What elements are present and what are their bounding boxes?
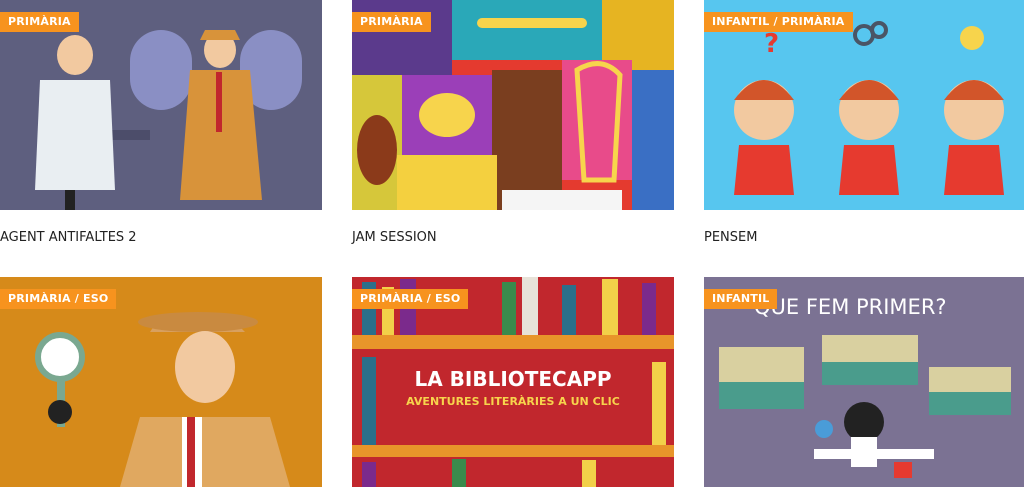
level-badge: INFANTIL / PRIMÀRIA <box>704 12 853 32</box>
level-badge: PRIMÀRIA <box>352 12 431 32</box>
svg-text:?: ? <box>764 29 779 59</box>
card-title[interactable]: PENSEM <box>704 230 757 245</box>
card-thumbnail[interactable]: PRIMÀRIA <box>0 0 322 210</box>
app-title: LA BIBLIOTECAPP <box>414 367 612 391</box>
app-subtitle: AVENTURES LITERÀRIES A UN CLIC <box>406 395 620 408</box>
card-thumbnail[interactable]: QUE FEM PRIMER? INFANTIL <box>704 277 1024 487</box>
image-title: QUE FEM PRIMER? <box>754 295 947 319</box>
card-thumbnail[interactable]: PRIMÀRIA <box>352 0 674 210</box>
level-badge: PRIMÀRIA <box>0 12 79 32</box>
level-badge: PRIMÀRIA / ESO <box>0 289 117 309</box>
card-title[interactable]: JAM SESSION <box>352 230 437 245</box>
card-title[interactable]: AGENT ANTIFALTES 2 <box>0 230 137 245</box>
card-thumbnail[interactable]: LA BIBLIOTECAPP AVENTURES LITERÀRIES A U… <box>352 277 674 487</box>
level-badge: PRIMÀRIA / ESO <box>352 289 469 309</box>
card-thumbnail[interactable]: ? INFANTIL / PRIMÀRIA <box>704 0 1024 210</box>
level-badge: INFANTIL <box>704 289 778 309</box>
card-thumbnail[interactable]: PRIMÀRIA / ESO <box>0 277 322 487</box>
